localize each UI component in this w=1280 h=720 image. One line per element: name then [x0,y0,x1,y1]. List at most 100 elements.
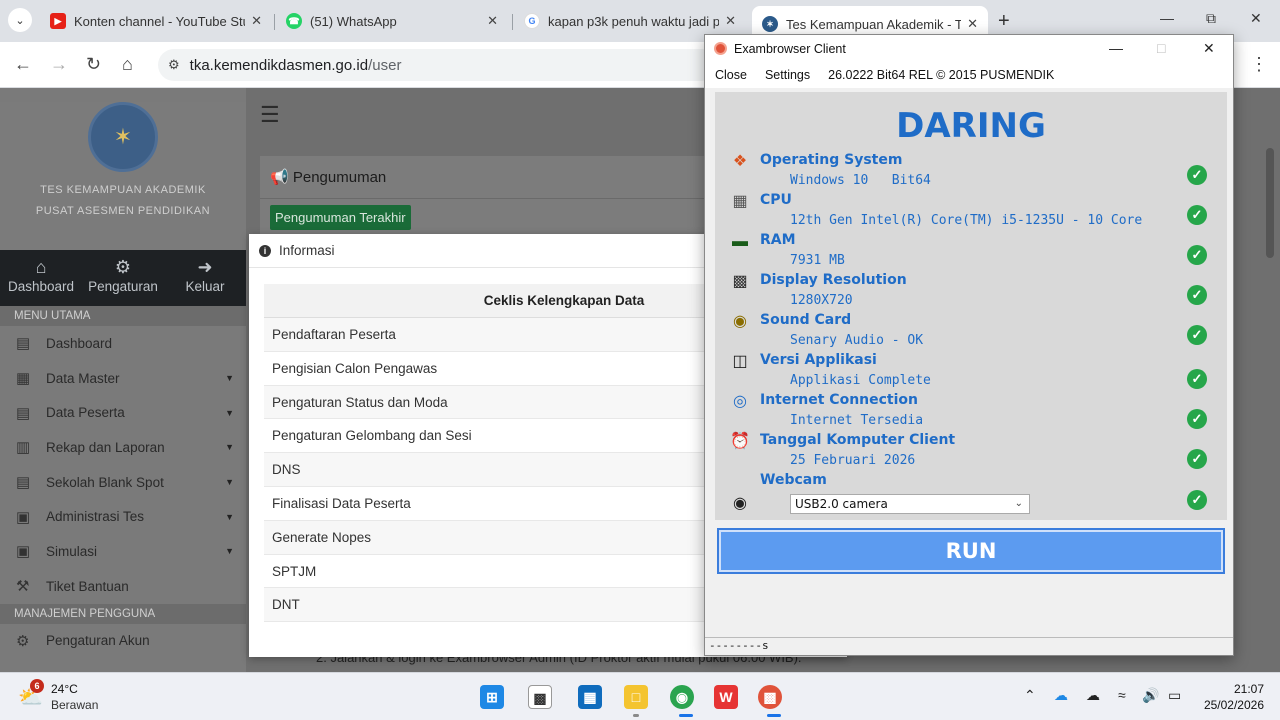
sidebar-item-dashboard[interactable]: ▤ Dashboard [0,326,246,361]
tab-youtube-studio[interactable]: ▶ Konten channel - YouTube Studio ✕ [40,6,272,36]
caret-down-icon: ▼ [225,546,234,557]
minimize-icon[interactable]: — [1109,40,1123,56]
page-scrollbar[interactable] [1266,148,1274,258]
wifi-icon[interactable]: ≈ [1118,687,1126,703]
display-icon: ▩ [732,273,748,290]
wrench-icon: ⚒ [16,578,30,596]
running-indicator [767,714,781,717]
maximize-icon[interactable]: □ [1157,40,1165,56]
quicknav-pengaturan[interactable]: ⚙ Pengaturan [82,250,164,306]
new-tab-icon[interactable]: + [998,10,1010,33]
caret-down-icon: ▼ [225,511,234,522]
site-info-icon[interactable]: ⚙ [168,57,180,73]
info-icon: i [259,244,271,257]
check-internet-connection: ◎ Internet Connection Internet Tersedia … [727,392,1217,432]
sidebar-item-rekap-dan-laporan[interactable]: ▥ Rekap dan Laporan ▼ [0,430,246,465]
close-tab-icon[interactable]: ✕ [725,13,736,29]
tut-wuri-handayani-logo: ✶ [88,102,158,172]
megaphone-icon: 📢 [270,169,289,186]
sidebar-item-tiket-bantuan[interactable]: ⚒ Tiket Bantuan [0,569,246,604]
browser-menu-icon[interactable]: ⋮ [1250,54,1268,75]
chrome-icon[interactable]: ◉ [670,685,694,709]
check-ok-icon: ✓ [1187,369,1207,389]
check-ok-icon: ✓ [1187,490,1207,510]
hamburger-menu-icon[interactable]: ☰ [260,102,280,128]
caret-down-icon: ▼ [225,407,234,418]
clock-date: 25/02/2026 [1203,698,1264,712]
terminal-icon[interactable]: ▩ [528,685,552,709]
sidebar-item-administrasi-tes[interactable]: ▣ Administrasi Tes ▼ [0,499,246,534]
close-window-icon[interactable]: ✕ [1203,40,1215,57]
check-ok-icon: ✓ [1187,325,1207,345]
clock-time: 21:07 [1233,682,1264,696]
onedrive-icon[interactable]: ☁ [1054,687,1068,704]
exambrowser-menubar: Close Settings 26.0222 Bit64 REL © 2015 … [705,62,1233,88]
home-icon[interactable]: ⌂ [122,54,133,75]
close-tab-icon[interactable]: ✕ [251,13,262,29]
monitor-icon: ▣ [16,543,31,561]
check-ok-icon: ✓ [1187,449,1207,469]
brand-line-1: TES KEMAMPUAN AKADEMIK [40,184,206,196]
quick-nav: ⌂ Dashboard ⚙ Pengaturan ➜ Keluar [0,250,246,306]
signal-icon: ▤ [16,474,31,492]
sidebar-item-simulasi[interactable]: ▣ Simulasi ▼ [0,534,246,569]
menu-settings[interactable]: Settings [765,68,810,82]
exambrowser-taskbar-icon[interactable]: ▩ [758,685,782,709]
windows-start-icon[interactable]: ⊞ [480,685,504,709]
back-icon[interactable]: ← [14,54,32,75]
close-window-icon[interactable]: ✕ [1250,10,1262,27]
file-explorer-icon[interactable]: □ [624,685,648,709]
cloud-icon[interactable]: ☁ [1086,687,1100,704]
tab-search-icon[interactable]: ⌄ [8,8,32,32]
minimize-icon[interactable]: — [1160,10,1174,26]
run-button[interactable]: RUN [717,528,1225,574]
announcement-badge[interactable]: Pengumuman Terakhir [270,205,411,230]
user-gear-icon: ⚙ [114,257,132,277]
exambrowser-app-icon [714,42,727,55]
logout-icon: ➜ [197,257,213,277]
sidebar-item-data-master[interactable]: ▦ Data Master ▼ [0,361,246,396]
close-tab-icon[interactable]: ✕ [967,16,978,32]
check-operating-system: ❖ Operating System Windows 10 Bit64 ✓ [727,152,1217,192]
volume-icon[interactable]: 🔊 [1142,687,1159,704]
sidebar-item-data-peserta[interactable]: ▤ Data Peserta ▼ [0,395,246,430]
close-tab-icon[interactable]: ✕ [487,13,498,29]
tut-wuri-handayani-icon: ✶ [762,16,778,32]
forward-icon[interactable]: → [50,54,68,75]
reload-icon[interactable]: ↻ [86,54,101,75]
internet-icon: ◎ [733,393,747,410]
status-bar: --------s [705,637,1233,655]
quicknav-dashboard[interactable]: ⌂ Dashboard [0,250,82,306]
mode-title: DARING [896,106,1046,146]
home-icon: ⌂ [35,257,47,277]
tab-google-search[interactable]: G kapan p3k penuh waktu jadi pns ✕ [514,6,746,36]
address-bar[interactable]: ⚙ tka.kemendikdasmen.go.id/user [158,49,718,81]
restore-icon[interactable]: ⧉ [1206,10,1216,27]
taskbar: ⛅ 6 24°C Berawan ⊞ ▩ ▦ □ ◉ W ▩ ⌃ ☁ ☁ ≈ 🔊… [0,672,1280,720]
wps-office-icon[interactable]: W [714,685,738,709]
quicknav-keluar[interactable]: ➜ Keluar [164,250,246,306]
caret-down-icon: ▼ [225,442,234,453]
clock[interactable]: 21:07 25/02/2026 [1200,681,1264,713]
cpu-icon: ▦ [732,193,748,210]
microsoft-store-icon[interactable]: ▦ [578,685,602,709]
weather-badge: 6 [30,679,44,693]
weather-temp: 24°C [51,682,78,696]
webcam-select[interactable]: USB2.0 camera ⌄ [790,494,1030,514]
tab-whatsapp[interactable]: ☎ (51) WhatsApp ✕ [276,6,508,36]
check-sound-card: ◉ Sound Card Senary Audio - OK ✓ [727,312,1217,352]
ram-icon: ▬ [732,233,748,250]
menu-close[interactable]: Close [715,68,747,82]
windows-logo-icon: ❖ [732,153,748,170]
check-webcam: ◉ Webcam USB2.0 camera ⌄ ✓ [727,472,1217,516]
system-check-panel: DARING ❖ Operating System Windows 10 Bit… [715,92,1227,520]
sidebar-item-pengaturan-akun[interactable]: ⚙ Pengaturan Akun [0,624,246,659]
check-display-resolution: ▩ Display Resolution 1280X720 ✓ [727,272,1217,312]
check-tanggal-komputer: ⏰ Tanggal Komputer Client 25 Februari 20… [727,432,1217,472]
menu-header-utama: MENU UTAMA [0,306,246,326]
chevron-up-icon[interactable]: ⌃ [1024,687,1036,704]
sidebar-item-sekolah-blank-spot[interactable]: ▤ Sekolah Blank Spot ▼ [0,465,246,500]
tab-divider [274,14,275,30]
chart-icon: ▥ [16,439,31,457]
battery-icon[interactable]: ▭ [1168,687,1181,704]
